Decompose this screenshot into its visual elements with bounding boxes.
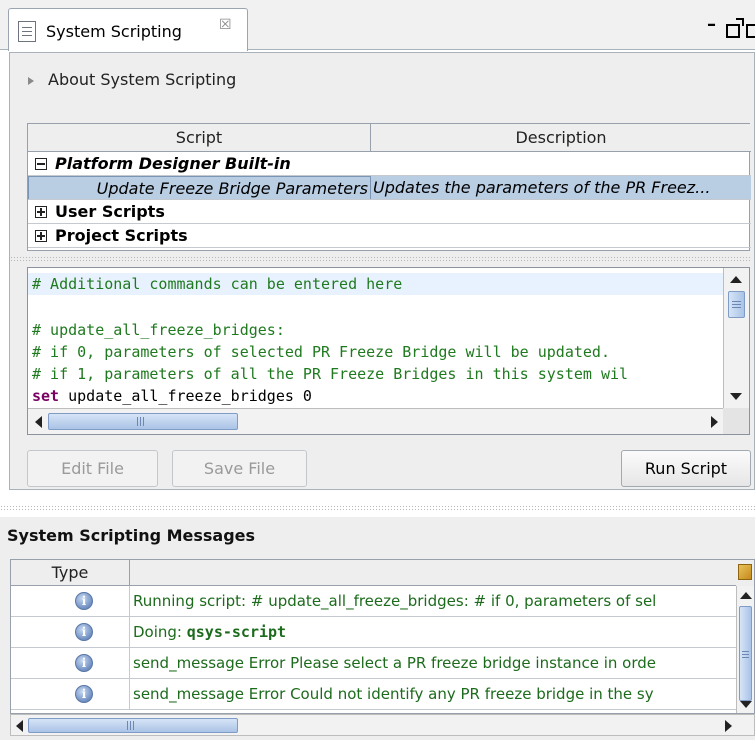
horizontal-scrollbar[interactable]: [28, 408, 725, 434]
tab-title: System Scripting: [46, 22, 182, 41]
script-description-cell[interactable]: Updates the parameters of the PR Freez..…: [371, 176, 751, 199]
scroll-thumb[interactable]: [728, 291, 745, 318]
table-row[interactable]: i send_message Error Could not identify …: [11, 679, 738, 710]
script-name-cell[interactable]: Update Freeze Bridge Parameters: [28, 176, 371, 199]
scroll-down-icon[interactable]: [730, 393, 742, 400]
scripts-table: Script Description Platform Designer Bui…: [27, 123, 751, 251]
type-cell: i: [11, 679, 130, 710]
group-label: User Scripts: [55, 202, 165, 221]
script-editor[interactable]: # Additional commands can be entered her…: [27, 267, 750, 435]
column-header-type[interactable]: Type: [11, 560, 130, 586]
close-tab-icon[interactable]: ☒: [219, 17, 232, 33]
code-keyword: set: [32, 387, 60, 405]
scroll-thumb[interactable]: [739, 606, 752, 701]
code-line: # Additional commands can be entered her…: [28, 273, 723, 295]
code-text: update_all_freeze_bridges 0: [59, 387, 312, 405]
messages-table: Type i Running script: # update_all_free…: [10, 559, 755, 714]
info-icon: i: [75, 592, 93, 610]
horizontal-scrollbar[interactable]: [10, 714, 755, 736]
column-header-description[interactable]: Description: [371, 124, 751, 152]
message-command: qsys-script: [186, 623, 287, 641]
run-script-button[interactable]: Run Script: [621, 450, 751, 487]
scroll-right-icon[interactable]: [725, 720, 732, 732]
info-icon: i: [75, 685, 93, 703]
maximize-icon[interactable]: [726, 18, 744, 38]
type-cell: i: [11, 648, 130, 679]
message-text: send_message Error Please select a PR fr…: [133, 654, 656, 672]
tab-system-scripting[interactable]: System Scripting ☒: [8, 8, 248, 51]
expand-icon[interactable]: [35, 230, 47, 242]
scroll-up-icon[interactable]: [740, 592, 752, 599]
tree-group-project-scripts[interactable]: Project Scripts: [28, 224, 751, 248]
code-line: # update_all_freeze_bridges:: [32, 321, 285, 339]
splitter-handle[interactable]: [0, 505, 755, 511]
tree-group-platform-designer[interactable]: Platform Designer Built-in: [28, 152, 751, 176]
group-label: Platform Designer Built-in: [55, 154, 291, 173]
code-line: # if 0, parameters of selected PR Freeze…: [32, 343, 610, 361]
code-area[interactable]: # Additional commands can be entered her…: [28, 268, 723, 408]
code-line: # if 1, parameters of all the PR Freeze …: [32, 365, 629, 383]
column-header-script[interactable]: Script: [28, 124, 371, 152]
document-icon: [18, 21, 36, 42]
message-text: send_message Error Could not identify an…: [133, 685, 654, 703]
vertical-scrollbar[interactable]: [736, 586, 754, 713]
scroll-left-icon[interactable]: [16, 720, 23, 732]
scroll-up-icon[interactable]: [730, 276, 742, 283]
table-row-selected[interactable]: Update Freeze Bridge Parameters Updates …: [28, 176, 751, 200]
code-line: set update_all_freeze_bridges 0: [32, 385, 312, 407]
minimize-icon[interactable]: –: [707, 14, 716, 35]
tree-group-user-scripts[interactable]: User Scripts: [28, 200, 751, 224]
scroll-down-icon[interactable]: [740, 701, 752, 708]
about-label: About System Scripting: [48, 70, 237, 89]
messages-title: System Scripting Messages: [7, 526, 256, 545]
type-cell: i: [11, 586, 130, 617]
info-icon: i: [75, 623, 93, 641]
table-row[interactable]: i send_message Error Please select a PR …: [11, 648, 738, 679]
restore-icon[interactable]: [746, 24, 755, 38]
scroll-right-icon[interactable]: [711, 416, 718, 428]
message-text: Running script: # update_all_freeze_brid…: [133, 592, 657, 610]
info-icon: i: [75, 654, 93, 672]
group-label: Project Scripts: [55, 226, 188, 245]
vertical-scrollbar[interactable]: [723, 268, 749, 408]
message-text: Doing: qsys-script: [133, 617, 738, 648]
view-tab-bar: System Scripting ☒ –: [0, 0, 755, 51]
save-file-button[interactable]: Save File: [172, 450, 307, 487]
expand-icon[interactable]: [35, 206, 47, 218]
expand-triangle-icon: [28, 76, 34, 85]
message-prefix: Doing:: [133, 623, 187, 641]
column-header-message[interactable]: [130, 560, 738, 586]
collapse-icon[interactable]: [35, 158, 47, 170]
scrollbar-corner: [723, 408, 749, 434]
scroll-thumb[interactable]: [28, 718, 238, 733]
scroll-thumb[interactable]: [48, 413, 238, 430]
table-row[interactable]: i Doing: qsys-script: [11, 617, 738, 648]
splitter-handle[interactable]: [10, 256, 750, 262]
table-row[interactable]: i Running script: # update_all_freeze_br…: [11, 586, 738, 617]
scroll-left-icon[interactable]: [35, 416, 42, 428]
about-system-scripting-toggle[interactable]: About System Scripting: [28, 70, 236, 89]
edit-file-button[interactable]: Edit File: [27, 450, 158, 487]
column-chooser-icon[interactable]: [736, 560, 754, 586]
type-cell: i: [11, 617, 130, 648]
